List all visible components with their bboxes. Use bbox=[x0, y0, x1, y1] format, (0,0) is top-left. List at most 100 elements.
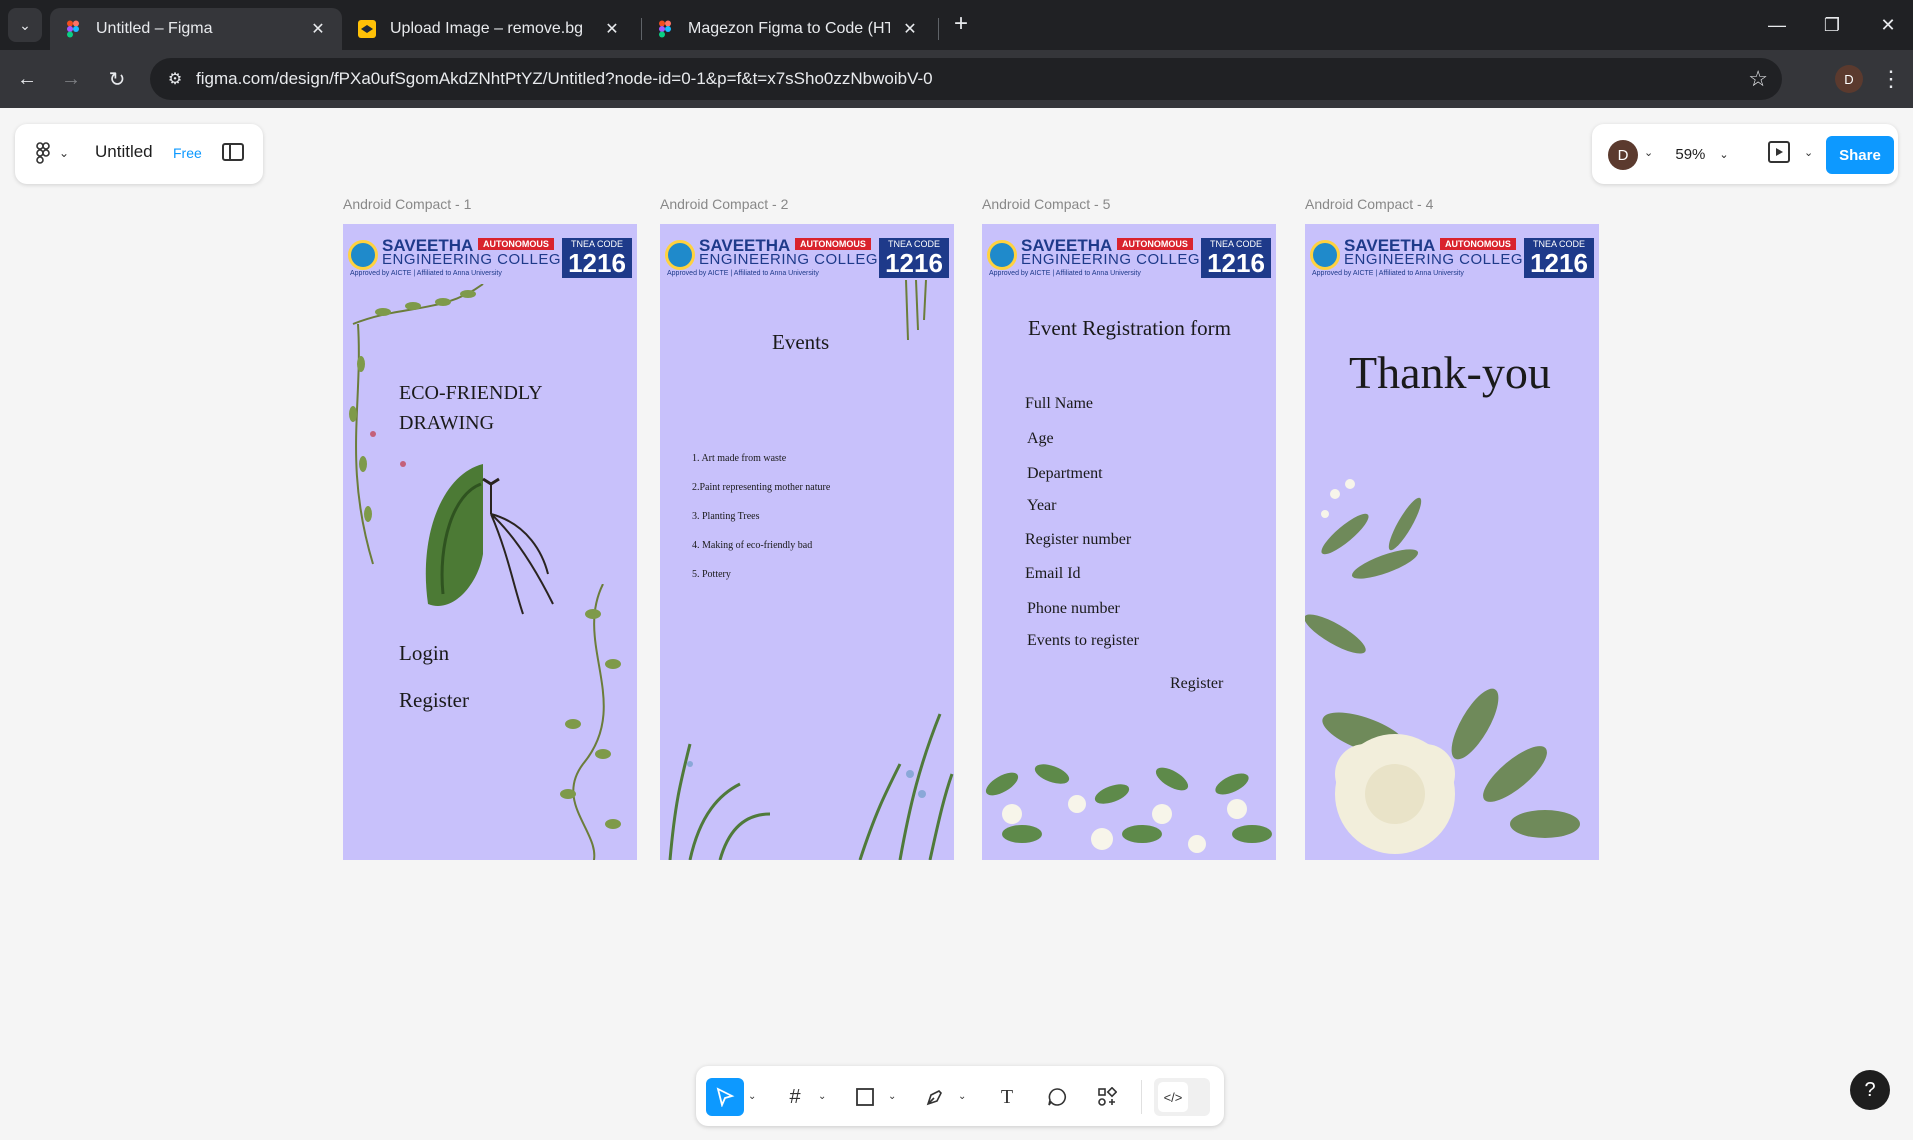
text-icon: T bbox=[1000, 1085, 1014, 1108]
reload-icon[interactable]: ↻ bbox=[102, 64, 132, 94]
banner-approved: Approved by AICTE | Affiliated to Anna U… bbox=[667, 270, 819, 277]
profile-avatar[interactable]: D bbox=[1835, 65, 1863, 93]
tab-search-button[interactable]: ⌄ bbox=[8, 8, 42, 42]
field-label: Age bbox=[1027, 430, 1054, 447]
sidebar-toggle-icon[interactable] bbox=[222, 143, 244, 161]
autonomous-badge: AUTONOMOUS bbox=[1117, 238, 1193, 250]
tab-remove-bg[interactable]: Upload Image – remove.bg ✕ bbox=[344, 8, 636, 50]
college-banner: SAVEETHA AUTONOMOUS ENGINEERING COLLEGE … bbox=[1308, 237, 1596, 280]
field-label: Events to register bbox=[1027, 632, 1139, 649]
tnea-code: 1216 bbox=[1207, 248, 1265, 278]
new-tab-button[interactable]: + bbox=[948, 12, 974, 38]
site-info-icon[interactable]: ⚙ bbox=[160, 64, 190, 94]
list-item: 5. Pottery bbox=[692, 569, 731, 580]
tnea-badge: TNEA CODE 1216 bbox=[562, 238, 632, 278]
tab-magezon[interactable]: Magezon Figma to Code (HTML ✕ bbox=[642, 8, 934, 50]
college-logo bbox=[987, 240, 1017, 270]
user-avatar[interactable]: D bbox=[1608, 140, 1638, 170]
college-logo bbox=[348, 240, 378, 270]
title-line-2: DRAWING bbox=[399, 412, 495, 434]
banner-name-2: ENGINEERING COLLEGE bbox=[382, 251, 572, 268]
list-item: 4. Making of eco-friendly bad bbox=[692, 540, 813, 551]
chevron-down-icon[interactable]: ⌄ bbox=[958, 1091, 966, 1102]
chevron-down-icon[interactable]: ⌄ bbox=[748, 1091, 756, 1102]
back-icon[interactable]: ← bbox=[12, 64, 42, 94]
chevron-down-icon[interactable]: ⌄ bbox=[1644, 146, 1653, 159]
frame-label[interactable]: Android Compact - 2 bbox=[660, 196, 788, 212]
tnea-badge: TNEA CODE 1216 bbox=[1524, 238, 1594, 278]
pen-tool[interactable] bbox=[916, 1078, 954, 1116]
field-label: Phone number bbox=[1027, 600, 1120, 617]
menu-dots-icon[interactable]: ⋮ bbox=[1880, 65, 1902, 93]
code-icon: </> bbox=[1158, 1082, 1188, 1112]
plan-badge[interactable]: Free bbox=[173, 145, 202, 161]
chevron-down-icon[interactable]: ⌄ bbox=[888, 1091, 896, 1102]
figma-icon bbox=[659, 20, 671, 38]
chevron-down-icon: ⌄ bbox=[59, 146, 70, 160]
comment-tool[interactable] bbox=[1038, 1078, 1076, 1116]
frame-label[interactable]: Android Compact - 1 bbox=[343, 196, 471, 212]
restore-icon[interactable]: ❐ bbox=[1812, 10, 1852, 40]
list-item: 2.Paint representing mother nature bbox=[692, 482, 831, 493]
register-button: Register bbox=[1170, 675, 1224, 692]
text-tool[interactable]: T bbox=[988, 1078, 1026, 1116]
zoom-dropdown[interactable]: 59% ⌄ bbox=[1668, 138, 1736, 170]
file-name[interactable]: Untitled bbox=[95, 142, 153, 162]
college-banner: SAVEETHA AUTONOMOUS ENGINEERING COLLEGE … bbox=[663, 237, 951, 280]
close-icon[interactable]: ✕ bbox=[308, 19, 328, 39]
frame-title: Events bbox=[772, 330, 830, 354]
vine-illustration bbox=[560, 584, 621, 860]
frame-title: ECO-FRIENDLY DRAWING bbox=[399, 378, 543, 438]
autonomous-badge: AUTONOMOUS bbox=[478, 238, 554, 250]
share-button[interactable]: Share bbox=[1826, 136, 1894, 174]
comment-icon bbox=[1048, 1088, 1066, 1106]
tnea-code: 1216 bbox=[568, 248, 626, 278]
browser-tab-bar: ⌄ Untitled – Figma ✕ Upload Image – remo… bbox=[0, 0, 1913, 50]
components-icon bbox=[1098, 1087, 1117, 1106]
actions-tool[interactable] bbox=[1088, 1078, 1126, 1116]
grass-illustration bbox=[668, 713, 954, 860]
bookmark-star-icon[interactable]: ☆ bbox=[1748, 66, 1768, 92]
banner-approved: Approved by AICTE | Affiliated to Anna U… bbox=[989, 270, 1141, 277]
close-icon[interactable]: ✕ bbox=[900, 19, 920, 39]
frame-android-compact-5[interactable]: SAVEETHA AUTONOMOUS ENGINEERING COLLEGE … bbox=[982, 224, 1276, 860]
minimize-icon[interactable]: — bbox=[1757, 10, 1797, 40]
banner-approved: Approved by AICTE | Affiliated to Anna U… bbox=[1312, 270, 1464, 277]
tnea-code: 1216 bbox=[885, 248, 943, 278]
url-text[interactable]: figma.com/design/fPXa0ufSgomAkdZNhtPtYZ/… bbox=[196, 69, 933, 89]
frame-title: Thank-you bbox=[1349, 347, 1551, 398]
main-menu-button[interactable]: ⌄ bbox=[35, 142, 69, 164]
tab-figma[interactable]: Untitled – Figma ✕ bbox=[50, 8, 342, 50]
list-item: 1. Art made from waste bbox=[692, 453, 787, 464]
frame-label[interactable]: Android Compact - 4 bbox=[1305, 196, 1433, 212]
figma-logo-icon bbox=[36, 142, 50, 164]
frame-tool[interactable]: # bbox=[776, 1078, 814, 1116]
present-icon[interactable] bbox=[1768, 141, 1790, 163]
frame-android-compact-2[interactable]: SAVEETHA AUTONOMOUS ENGINEERING COLLEGE … bbox=[660, 224, 954, 860]
collab-panel: D ⌄ 59% ⌄ ⌄ Share bbox=[1592, 124, 1898, 184]
frame-label[interactable]: Android Compact - 5 bbox=[982, 196, 1110, 212]
dev-mode-toggle[interactable]: </> bbox=[1154, 1078, 1210, 1116]
frame-android-compact-4[interactable]: SAVEETHA AUTONOMOUS ENGINEERING COLLEGE … bbox=[1305, 224, 1599, 860]
chevron-down-icon[interactable]: ⌄ bbox=[818, 1091, 826, 1102]
forward-icon[interactable]: → bbox=[56, 64, 86, 94]
field-label: Year bbox=[1027, 497, 1057, 514]
field-label: Email Id bbox=[1025, 565, 1081, 582]
help-button[interactable]: ? bbox=[1850, 1070, 1890, 1110]
tnea-badge: TNEA CODE 1216 bbox=[879, 238, 949, 278]
shape-tool[interactable] bbox=[846, 1078, 884, 1116]
address-bar[interactable]: ⚙ figma.com/design/fPXa0ufSgomAkdZNhtPtY… bbox=[150, 58, 1782, 100]
chevron-down-icon: ⌄ bbox=[19, 16, 31, 33]
move-tool[interactable] bbox=[706, 1078, 744, 1116]
figma-canvas[interactable]: ⌄ Untitled Free D ⌄ 59% ⌄ ⌄ Share Androi… bbox=[0, 108, 1913, 1140]
close-icon[interactable]: ✕ bbox=[602, 19, 622, 39]
tab-title: Upload Image – remove.bg bbox=[390, 20, 583, 37]
college-banner: SAVEETHA AUTONOMOUS ENGINEERING COLLEGE … bbox=[346, 237, 634, 280]
close-window-icon[interactable]: ✕ bbox=[1868, 10, 1908, 40]
pen-icon bbox=[926, 1090, 942, 1106]
chevron-down-icon[interactable]: ⌄ bbox=[1804, 146, 1813, 159]
tab-separator bbox=[938, 18, 939, 40]
list-item: 3. Planting Trees bbox=[692, 511, 760, 522]
frame-android-compact-1[interactable]: SAVEETHA AUTONOMOUS ENGINEERING COLLEGE … bbox=[343, 224, 637, 860]
flowers-illustration bbox=[985, 764, 1272, 853]
